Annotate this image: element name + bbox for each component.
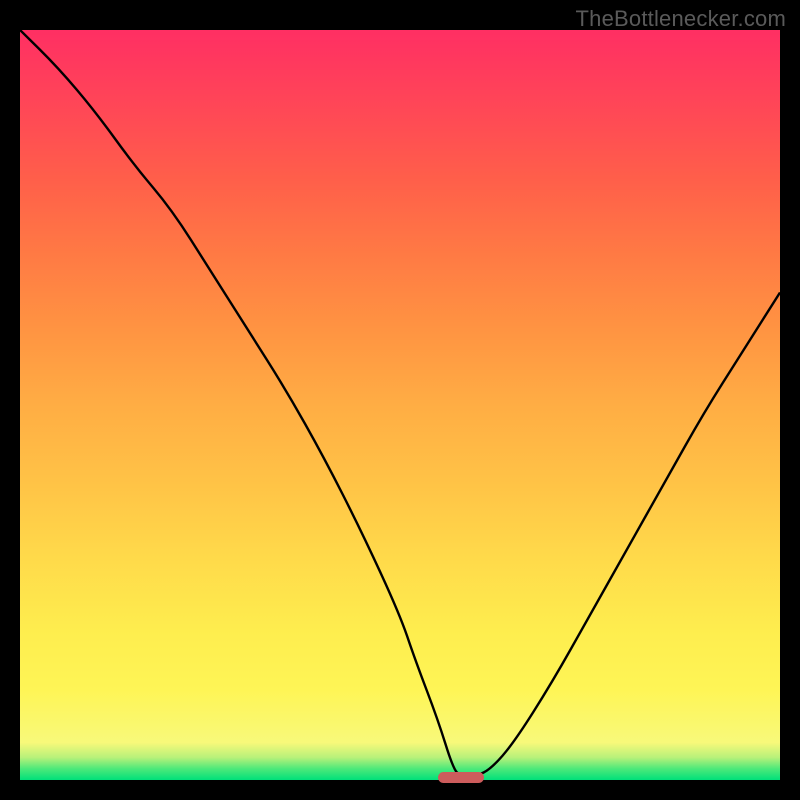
plot-area <box>20 30 780 780</box>
bottleneck-curve <box>20 30 780 780</box>
chart-frame: TheBottlenecker.com <box>0 0 800 800</box>
optimal-range-marker <box>438 772 484 783</box>
bottleneck-curve-path <box>20 30 780 776</box>
watermark-text: TheBottlenecker.com <box>576 6 786 32</box>
